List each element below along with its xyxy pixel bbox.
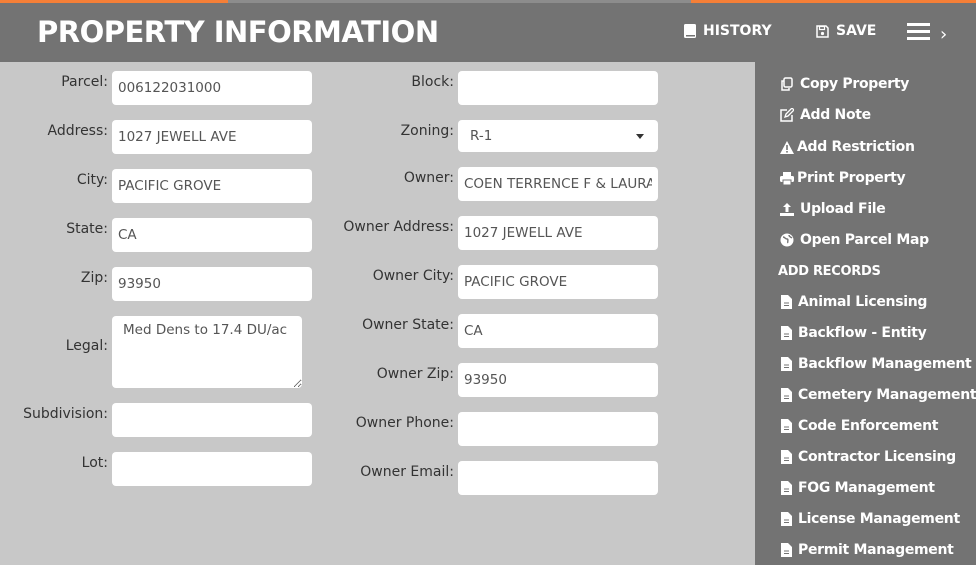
upload-file-label: Upload File: [800, 201, 886, 217]
hamburger-menu-icon[interactable]: [907, 23, 930, 44]
record-fog-management[interactable]: FOG Management: [779, 480, 935, 496]
record-label: License Management: [798, 511, 960, 527]
owner-city-input[interactable]: [458, 265, 658, 299]
subdivision-input[interactable]: [112, 403, 312, 437]
record-contractor-licensing[interactable]: Contractor Licensing: [779, 449, 956, 465]
file-icon: [779, 543, 794, 557]
history-button[interactable]: HISTORY: [684, 23, 772, 39]
record-backflow-entity[interactable]: Backflow - Entity: [779, 325, 927, 341]
file-icon: [779, 450, 794, 464]
block-label: Block:: [411, 74, 454, 90]
upload-icon: [779, 202, 794, 216]
record-label: Backflow Management: [798, 356, 972, 372]
save-label: SAVE: [836, 23, 877, 39]
record-cemetery-management[interactable]: Cemetery Management: [779, 387, 976, 403]
owner-city-label: Owner City:: [372, 268, 454, 284]
upload-file-link[interactable]: Upload File: [779, 201, 886, 217]
address-label: Address:: [47, 123, 108, 139]
subdivision-label: Subdivision:: [23, 406, 108, 422]
add-restriction-link[interactable]: Add Restriction: [779, 139, 915, 155]
print-icon: [779, 171, 794, 185]
owner-state-label: Owner State:: [362, 317, 454, 333]
print-property-link[interactable]: Print Property: [779, 170, 906, 186]
file-icon: [779, 481, 794, 495]
record-label: Permit Management: [798, 542, 954, 558]
print-property-label: Print Property: [797, 170, 906, 186]
owner-phone-input[interactable]: [458, 412, 658, 446]
owner-label: Owner:: [403, 170, 454, 186]
file-icon: [779, 388, 794, 402]
open-parcel-map-link[interactable]: Open Parcel Map: [779, 232, 929, 248]
record-label: Cemetery Management: [798, 387, 976, 403]
file-icon: [779, 295, 794, 309]
state-label: State:: [66, 221, 108, 237]
lot-label: Lot:: [81, 455, 108, 471]
warning-icon: [779, 140, 794, 154]
zip-label: Zip:: [80, 270, 108, 286]
record-label: Animal Licensing: [798, 294, 928, 310]
lot-input[interactable]: [112, 452, 312, 486]
copy-property-link[interactable]: Copy Property: [779, 76, 909, 92]
chevron-right-icon[interactable]: ›: [940, 24, 947, 45]
history-label: HISTORY: [703, 23, 772, 39]
parcel-input[interactable]: [112, 71, 312, 105]
add-restriction-label: Add Restriction: [797, 139, 915, 155]
record-animal-licensing[interactable]: Animal Licensing: [779, 294, 927, 310]
owner-state-input[interactable]: [458, 314, 658, 348]
save-button[interactable]: SAVE: [816, 23, 876, 39]
owner-phone-label: Owner Phone:: [355, 415, 454, 431]
actions-sidebar: Copy Property Add Note Add Restriction P…: [755, 62, 976, 565]
city-label: City:: [76, 172, 108, 188]
parcel-label: Parcel:: [61, 74, 108, 90]
add-note-label: Add Note: [800, 107, 871, 123]
floppy-disk-icon: [816, 24, 829, 38]
file-icon: [779, 419, 794, 433]
owner-email-label: Owner Email:: [360, 464, 454, 480]
add-note-link[interactable]: Add Note: [779, 107, 871, 123]
copy-icon: [779, 77, 794, 91]
page-title: PROPERTY INFORMATION: [37, 15, 439, 49]
zoning-selected-value: R-1: [470, 128, 493, 144]
address-input[interactable]: [112, 120, 312, 154]
file-icon: [779, 326, 794, 340]
file-icon: [779, 357, 794, 371]
owner-zip-input[interactable]: [458, 363, 658, 397]
owner-email-input[interactable]: [458, 461, 658, 495]
book-icon: [684, 24, 696, 38]
owner-address-input[interactable]: [458, 216, 658, 250]
caret-down-icon: [636, 134, 644, 139]
legal-textarea[interactable]: Med Dens to 17.4 DU/ac: [112, 316, 302, 388]
open-parcel-map-label: Open Parcel Map: [800, 232, 929, 248]
record-label: FOG Management: [798, 480, 935, 496]
record-code-enforcement[interactable]: Code Enforcement: [779, 418, 938, 434]
record-label: Contractor Licensing: [798, 449, 956, 465]
record-label: Backflow - Entity: [798, 325, 927, 341]
page-header: PROPERTY INFORMATION HISTORY SAVE ›: [0, 3, 976, 62]
owner-input[interactable]: [458, 167, 658, 201]
record-backflow-management[interactable]: Backflow Management: [779, 356, 972, 372]
zoning-select[interactable]: R-1: [458, 120, 658, 152]
record-license-management[interactable]: License Management: [779, 511, 960, 527]
copy-property-label: Copy Property: [800, 76, 910, 92]
state-input[interactable]: [112, 218, 312, 252]
globe-icon: [779, 233, 794, 247]
legal-label: Legal:: [65, 338, 108, 354]
edit-icon: [779, 108, 794, 122]
zoning-label: Zoning:: [400, 123, 454, 139]
block-input[interactable]: [458, 71, 658, 105]
file-icon: [779, 512, 794, 526]
owner-zip-label: Owner Zip:: [376, 366, 454, 382]
zip-input[interactable]: [112, 267, 312, 301]
owner-address-label: Owner Address:: [343, 219, 454, 235]
record-permit-management[interactable]: Permit Management: [779, 542, 954, 558]
add-records-heading: ADD RECORDS: [778, 264, 881, 279]
record-label: Code Enforcement: [798, 418, 939, 434]
city-input[interactable]: [112, 169, 312, 203]
